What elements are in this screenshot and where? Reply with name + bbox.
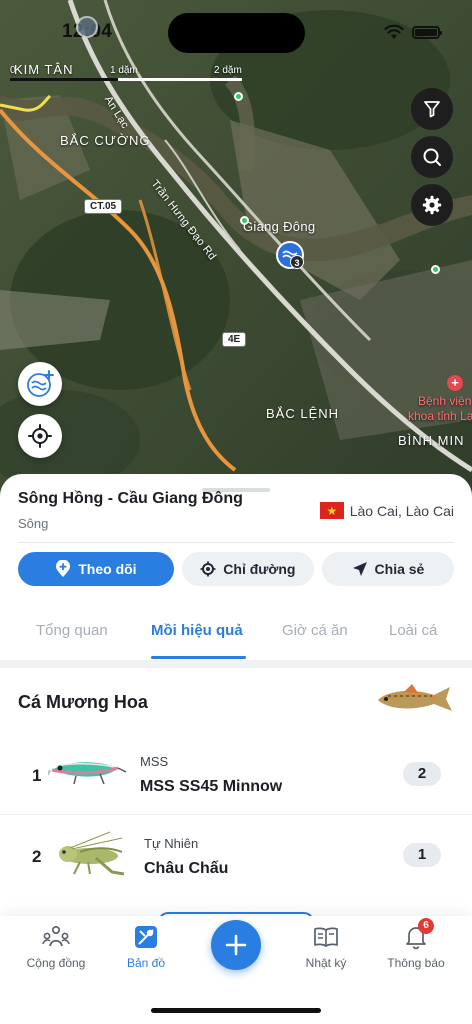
map-poi-dot[interactable]	[431, 265, 440, 274]
avatar[interactable]	[76, 16, 98, 38]
tab-fish-species[interactable]: Loài cá	[389, 622, 437, 639]
tab-feeding-times[interactable]: Giờ cá ăn	[282, 622, 348, 639]
list-item[interactable]: 2 Tự Nhiên Châu Chấu 1	[0, 816, 472, 896]
wifi-icon	[384, 24, 404, 39]
status-icons	[384, 24, 442, 40]
nav-community[interactable]: Cộng đồng	[11, 924, 101, 970]
scale-label-2: 2 dặm	[214, 65, 242, 76]
active-tab-indicator	[151, 656, 246, 659]
dynamic-island	[168, 13, 305, 53]
tab-overview[interactable]: Tổng quan	[36, 622, 108, 639]
map-label-giang-dong: Giang Đông	[243, 219, 316, 234]
map-label-bac-lenh: BẮC LỆNH	[266, 406, 340, 421]
bait-brand: MSS	[140, 754, 169, 769]
plus-icon	[225, 934, 247, 956]
notification-badge: 6	[418, 918, 434, 934]
battery-icon	[412, 25, 442, 39]
lure-image	[48, 762, 127, 785]
divider	[18, 542, 454, 543]
bait-catch-count: 2	[403, 762, 441, 786]
tab-effective-baits[interactable]: Mồi hiệu quả	[151, 622, 243, 639]
add-button[interactable]	[211, 920, 261, 970]
follow-label: Theo dõi	[78, 561, 137, 577]
gear-icon	[422, 195, 442, 215]
search-button[interactable]	[411, 136, 453, 178]
nav-journal-label: Nhật ký	[305, 956, 347, 970]
map-poi-dot[interactable]	[234, 92, 243, 101]
map-poi-dot[interactable]	[240, 216, 249, 225]
share-label: Chia sẻ	[374, 561, 425, 577]
map-label-kim-tan: KIM TÂN	[14, 62, 74, 77]
nav-map-label: Bản đồ	[126, 956, 166, 970]
fish-species-name: Cá Mương Hoa	[18, 692, 148, 712]
bait-rank: 1	[32, 766, 42, 785]
bait-name: MSS SS45 Minnow	[140, 778, 283, 795]
fish-image	[378, 684, 452, 711]
home-indicator	[151, 1008, 321, 1013]
nav-journal[interactable]: Nhật ký	[281, 924, 371, 970]
directions-label: Chỉ đường	[223, 561, 296, 577]
send-icon	[352, 562, 367, 576]
filter-button[interactable]	[411, 88, 453, 130]
search-icon	[423, 148, 441, 166]
grasshopper-image	[59, 831, 125, 876]
book-icon	[314, 927, 338, 947]
share-button[interactable]: Chia sẻ	[321, 552, 454, 586]
bait-rank: 2	[32, 847, 42, 866]
map-label-bac-cuong: BẮC CƯỜNG	[60, 133, 151, 148]
place-region: ★ Lào Cai, Lào Cai	[319, 502, 454, 519]
road-badge-ct05: CT.05	[84, 199, 123, 214]
nav-map[interactable]: Bản đồ	[101, 924, 191, 970]
vietnam-flag-icon: ★	[319, 502, 344, 519]
hospital-icon[interactable]: +	[447, 375, 463, 391]
region-label: Lào Cai, Lào Cai	[349, 502, 454, 519]
locate-me-button[interactable]	[18, 414, 62, 458]
bait-catch-count: 1	[403, 843, 441, 867]
directions-button[interactable]: Chỉ đường	[181, 552, 314, 586]
map-label-binh-minh: BÌNH MIN	[398, 433, 465, 448]
place-type: Sông	[18, 516, 49, 531]
scale-label-1: 1 dặm	[110, 65, 138, 76]
nav-notifications-label: Thông báo	[387, 956, 445, 970]
road-badge-4e: 4E	[222, 332, 247, 347]
water-add-icon	[27, 370, 54, 397]
pin-plus-icon	[56, 560, 71, 577]
list-item[interactable]: 1 MSS MSS SS45 Minnow 2	[0, 736, 472, 816]
crosshair-icon	[200, 561, 216, 577]
tab-bar: Tổng quan Mồi hiệu quả Giờ cá ăn Loài cá	[0, 622, 472, 660]
follow-button[interactable]: Theo dõi	[18, 552, 174, 586]
bottom-navigation: Cộng đồng Bản đồ Nhật ký 6 Thông báo	[0, 916, 472, 1024]
divider	[0, 814, 472, 815]
map-label-hospital-line2: khoa tỉnh Lạ	[408, 409, 472, 423]
action-buttons: Theo dõi Chỉ đường Chia sẻ	[18, 552, 454, 586]
map-label-hospital-line1: Bệnh viện	[418, 394, 472, 408]
section-separator	[0, 660, 472, 668]
community-icon	[42, 925, 70, 947]
bait-name: Châu Chấu	[144, 860, 229, 877]
bait-brand: Tự Nhiên	[144, 836, 199, 851]
map-view[interactable]: 12:04 0 1 dặm 2 dặm KIM TÂN An Lạc BẮC C…	[0, 0, 472, 520]
locate-icon	[28, 424, 52, 448]
filter-icon	[424, 101, 440, 118]
map-icon	[135, 926, 157, 948]
add-water-spot-button[interactable]	[18, 362, 62, 406]
marker-count-badge: 3	[290, 255, 304, 269]
place-title: Sông Hồng - Cầu Giang Đông	[18, 490, 243, 507]
nav-community-label: Cộng đồng	[26, 956, 86, 970]
nav-notifications[interactable]: 6 Thông báo	[371, 918, 461, 970]
settings-button[interactable]	[411, 184, 453, 226]
